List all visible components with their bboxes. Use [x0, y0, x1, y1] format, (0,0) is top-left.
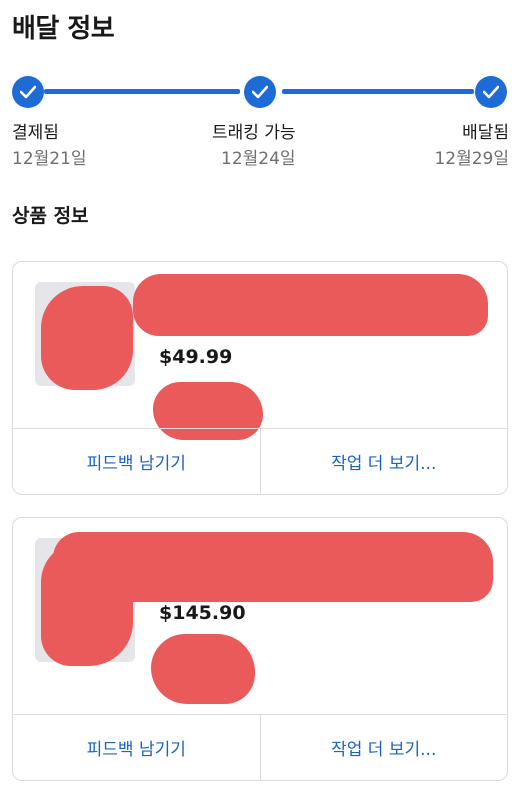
- page-title: 배달 정보: [12, 14, 115, 44]
- step-2-label: 트래킹 가능: [212, 123, 296, 143]
- item-actions: 피드백 남기기 작업 더 보기...: [13, 428, 507, 494]
- delivery-progress-tracker: [0, 72, 523, 112]
- redaction-mark: [133, 274, 488, 336]
- item-actions: 피드백 남기기 작업 더 보기...: [13, 714, 507, 780]
- redaction-mark: [151, 634, 255, 704]
- item-price: $49.99: [159, 346, 233, 368]
- step-2-check-icon: [244, 76, 276, 108]
- step-1-check-icon: [12, 76, 44, 108]
- step-3-check-icon: [475, 76, 507, 108]
- leave-feedback-button[interactable]: 피드백 남기기: [13, 429, 260, 494]
- step-2-date: 12월24일: [221, 149, 296, 169]
- step-3-label: 배달됨: [462, 123, 509, 143]
- item-card-1: $49.99 피드백 남기기 작업 더 보기...: [12, 261, 508, 495]
- step-1-label: 결제됨: [12, 123, 59, 143]
- more-actions-button[interactable]: 작업 더 보기...: [259, 429, 508, 494]
- items-section-title: 상품 정보: [12, 205, 89, 227]
- redaction-mark: [53, 532, 493, 602]
- more-actions-button[interactable]: 작업 더 보기...: [259, 715, 508, 780]
- item-price: $145.90: [159, 602, 246, 624]
- leave-feedback-button[interactable]: 피드백 남기기: [13, 715, 260, 780]
- step-1-date: 12월21일: [12, 149, 87, 169]
- progress-line-2: [282, 89, 474, 94]
- step-3-date: 12월29일: [434, 149, 509, 169]
- progress-line-1: [44, 89, 240, 94]
- item-card-2: $145.90 피드백 남기기 작업 더 보기...: [12, 517, 508, 781]
- redaction-mark: [41, 286, 133, 390]
